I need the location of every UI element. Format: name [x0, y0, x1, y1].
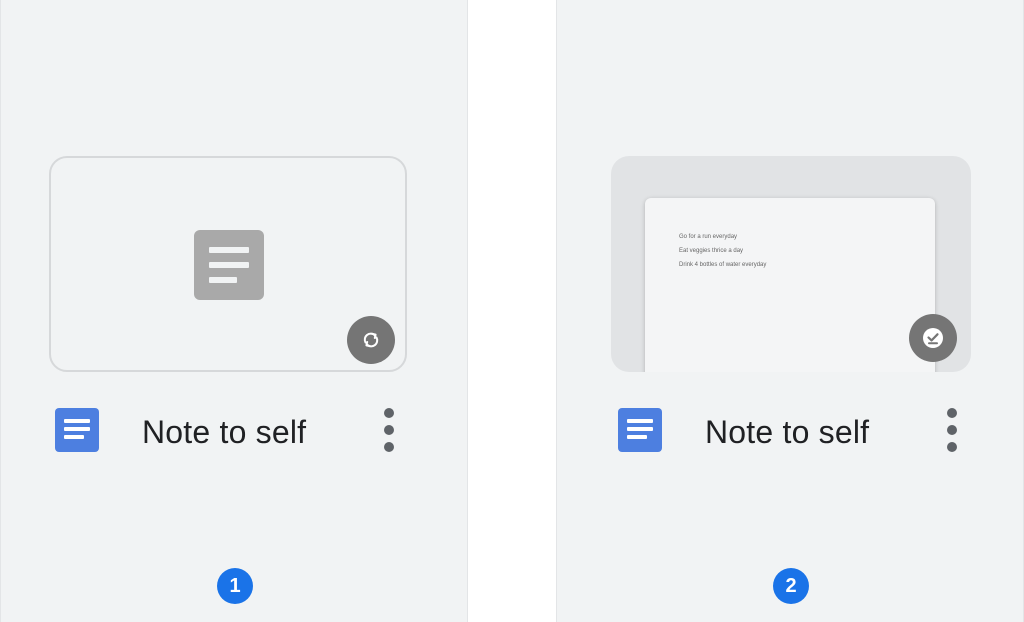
google-docs-icon — [618, 408, 662, 452]
step-marker: 1 — [217, 568, 253, 604]
more-vert-icon — [947, 408, 957, 418]
sync-icon — [347, 316, 395, 364]
document-placeholder-icon — [194, 230, 264, 300]
file-title[interactable]: Note to self — [142, 412, 306, 452]
document-preview: Go for a run everyday Eat veggies thrice… — [645, 198, 935, 372]
comparison-stage: Note to self 1 Go for a run everyday Eat… — [0, 0, 1024, 622]
preview-line: Go for a run everyday — [679, 234, 738, 240]
offline-check-icon — [909, 314, 957, 362]
file-title[interactable]: Note to self — [705, 412, 869, 452]
file-card-panel-1: Note to self 1 — [0, 0, 468, 622]
more-vert-icon — [384, 408, 394, 418]
more-options-button[interactable] — [377, 406, 401, 456]
file-thumbnail[interactable]: Go for a run everyday Eat veggies thrice… — [611, 156, 971, 372]
file-thumbnail[interactable] — [49, 156, 407, 372]
preview-line: Drink 4 bottles of water everyday — [679, 262, 767, 268]
google-docs-icon — [55, 408, 99, 452]
more-options-button[interactable] — [940, 406, 964, 456]
file-card-panel-2: Go for a run everyday Eat veggies thrice… — [556, 0, 1024, 622]
preview-line: Eat veggies thrice a day — [679, 248, 744, 254]
step-marker: 2 — [773, 568, 809, 604]
